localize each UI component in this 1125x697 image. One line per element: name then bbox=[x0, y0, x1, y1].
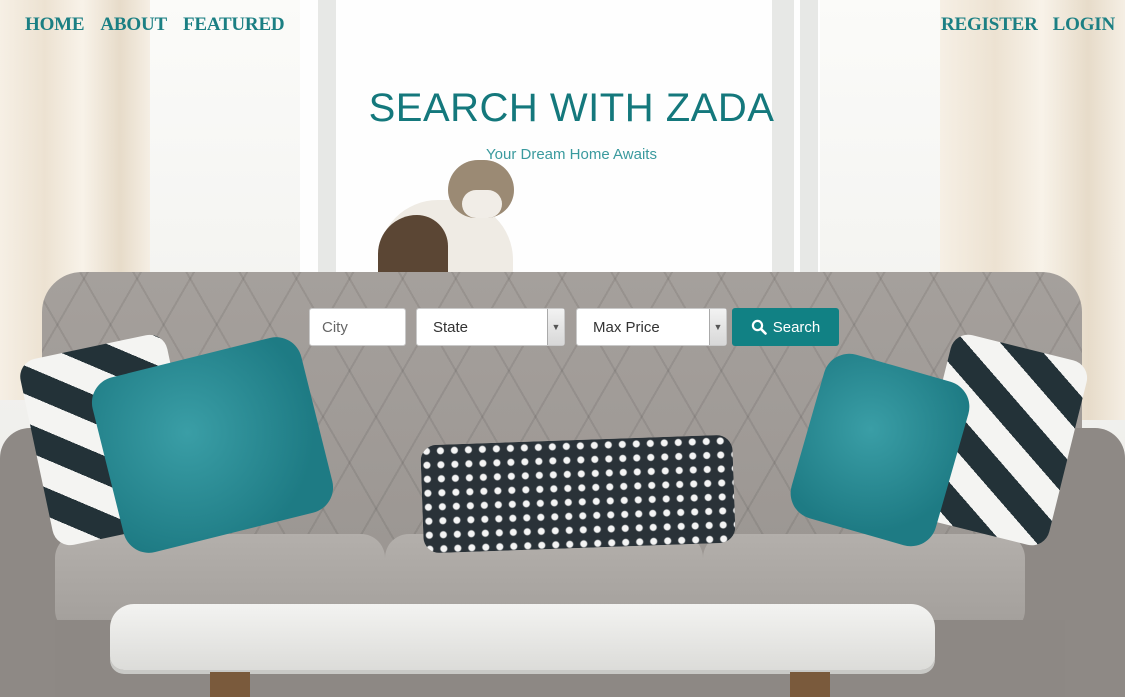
window-frame bbox=[800, 0, 818, 275]
window-frame bbox=[772, 0, 794, 275]
table-leg bbox=[210, 672, 250, 697]
window-frame bbox=[318, 0, 336, 275]
max-price-select[interactable]: Max Price ▼ bbox=[576, 308, 727, 346]
main-nav: HOME ABOUT FEATURED bbox=[25, 14, 300, 36]
nav-featured[interactable]: FEATURED bbox=[183, 14, 285, 35]
search-icon bbox=[751, 319, 767, 335]
nav-about[interactable]: ABOUT bbox=[100, 14, 167, 35]
city-input[interactable] bbox=[309, 308, 406, 346]
max-price-select-value: Max Price bbox=[593, 318, 660, 336]
coffee-table bbox=[110, 604, 935, 670]
page-title: SEARCH WITH ZADA bbox=[368, 86, 775, 130]
page-subtitle: Your Dream Home Awaits bbox=[486, 146, 657, 163]
state-select-value: State bbox=[433, 318, 469, 336]
chevron-down-icon[interactable]: ▼ bbox=[709, 309, 726, 345]
search-button-label: Search bbox=[772, 318, 821, 336]
search-button[interactable]: Search bbox=[732, 308, 839, 346]
table-leg bbox=[790, 672, 830, 697]
nav-login[interactable]: LOGIN bbox=[1053, 14, 1116, 35]
cat-print-pillow bbox=[420, 434, 736, 554]
chevron-down-icon[interactable]: ▼ bbox=[547, 309, 564, 345]
cat-face bbox=[462, 190, 502, 218]
state-select[interactable]: State ▼ bbox=[416, 308, 565, 346]
nav-home[interactable]: HOME bbox=[25, 14, 85, 35]
account-nav: REGISTER LOGIN bbox=[926, 14, 1115, 36]
nav-register[interactable]: REGISTER bbox=[941, 14, 1038, 35]
window bbox=[300, 0, 820, 275]
